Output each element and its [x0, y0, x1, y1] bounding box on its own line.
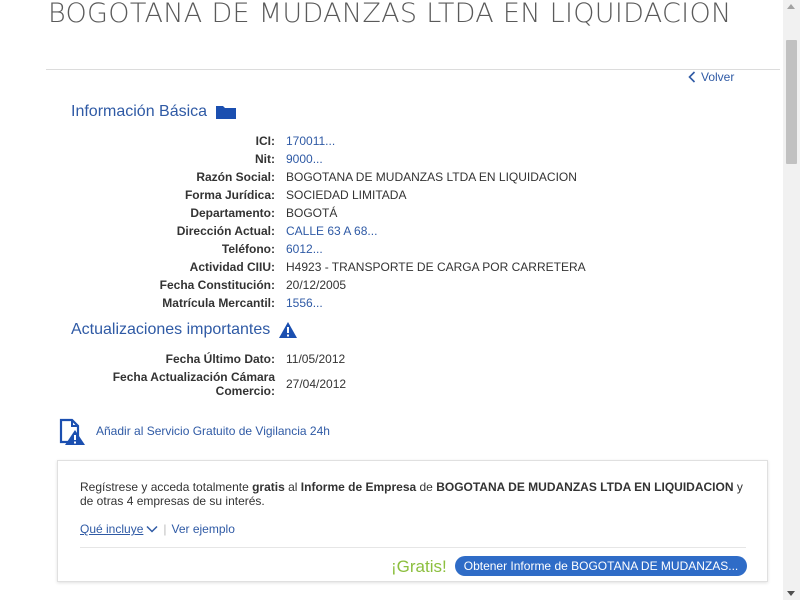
- link-separator: |: [163, 522, 167, 536]
- info-label: ICI:: [255, 134, 275, 148]
- info-label: Nit:: [255, 152, 275, 166]
- promo-text-part: de: [416, 480, 437, 494]
- nit-value-link[interactable]: 9000...: [286, 152, 323, 166]
- promo-links: Qué incluye | Ver ejemplo: [80, 522, 235, 536]
- info-label: Actividad CIIU:: [189, 260, 275, 274]
- basic-info-heading-label: Información Básica: [71, 103, 208, 120]
- scroll-thumb[interactable]: [786, 40, 797, 164]
- vigilancia-link-label: Añadir al Servicio Gratuito de Vigilanci…: [96, 424, 330, 438]
- vertical-scrollbar[interactable]: [783, 0, 800, 600]
- info-row-direccion: Dirección Actual: CALLE 63 A 68...: [60, 222, 586, 240]
- info-value: 20/12/2005: [286, 278, 347, 292]
- document-alert-icon: [59, 418, 85, 445]
- info-label: Fecha Constitución:: [159, 278, 275, 292]
- promo-divider: [80, 547, 746, 548]
- info-value: H4923 - TRANSPORTE DE CARGA POR CARRETER…: [286, 260, 586, 274]
- warning-icon: [279, 322, 298, 338]
- info-label: Razón Social:: [196, 170, 275, 184]
- info-value: 11/05/2012: [286, 352, 346, 366]
- info-label: Forma Jurídica:: [184, 188, 275, 202]
- info-label-line: Fecha Actualización Cámara: [112, 370, 275, 384]
- info-label-line: Comercio:: [215, 384, 275, 398]
- chevron-left-icon: [688, 71, 696, 83]
- info-row-matricula: Matrícula Mercantil: 1556...: [60, 294, 586, 312]
- info-label: Teléfono:: [221, 242, 275, 256]
- info-row-nit: Nit: 9000...: [60, 150, 586, 168]
- updates-heading-label: Actualizaciones importantes: [71, 321, 271, 338]
- info-label: Departamento:: [190, 206, 275, 220]
- page-title: BOGOTANA DE MUDANZAS LTDA EN LIQUIDACION: [48, 0, 732, 29]
- see-example-link[interactable]: Ver ejemplo: [172, 522, 235, 536]
- matricula-value-link[interactable]: 1556...: [286, 296, 323, 310]
- address-value-link[interactable]: CALLE 63 A 68...: [286, 224, 377, 238]
- info-row-razon-social: Razón Social: BOGOTANA DE MUDANZAS LTDA …: [60, 168, 586, 186]
- info-label: Matrícula Mercantil:: [162, 296, 275, 310]
- info-label: Fecha Último Dato:: [165, 352, 275, 366]
- info-value: SOCIEDAD LIMITADA: [286, 188, 407, 202]
- chevron-down-icon: [146, 525, 158, 533]
- info-row-forma-juridica: Forma Jurídica: SOCIEDAD LIMITADA: [60, 186, 586, 204]
- info-value: BOGOTÁ: [286, 206, 338, 220]
- get-report-button[interactable]: Obtener Informe de BOGOTANA DE MUDANZAS.…: [455, 556, 747, 576]
- what-includes-link[interactable]: Qué incluye: [80, 522, 158, 536]
- info-value: 27/04/2012: [286, 377, 347, 391]
- info-row-actividad: Actividad CIIU: H4923 - TRANSPORTE DE CA…: [60, 258, 586, 276]
- basic-info-heading: Información Básica: [71, 103, 237, 121]
- updates-heading: Actualizaciones importantes: [71, 321, 298, 339]
- update-row-ultimo-dato: Fecha Último Dato: 11/05/2012: [60, 350, 346, 368]
- promo-text: Regístrese y acceda totalmente gratis al…: [80, 480, 750, 508]
- info-value: BOGOTANA DE MUDANZAS LTDA EN LIQUIDACION: [286, 170, 577, 184]
- folder-icon: [216, 106, 237, 119]
- info-row-fecha-constitucion: Fecha Constitución: 20/12/2005: [60, 276, 586, 294]
- promo-text-part: Regístrese y acceda totalmente: [80, 480, 253, 494]
- promo-text-part: al: [284, 480, 301, 494]
- info-row-departamento: Departamento: BOGOTÁ: [60, 204, 586, 222]
- ici-value-link[interactable]: 170011...: [286, 134, 335, 148]
- promo-text-bold: Informe de Empresa: [300, 480, 417, 494]
- updates-table: Fecha Último Dato: 11/05/2012 Fecha Actu…: [60, 350, 346, 400]
- basic-info-table: ICI: 170011... Nit: 9000... Razón Social…: [60, 132, 586, 312]
- info-label: Fecha Actualización Cámara Comercio:: [60, 370, 286, 398]
- title-divider: [46, 69, 780, 70]
- info-row-telefono: Teléfono: 6012...: [60, 240, 586, 258]
- phone-value-link[interactable]: 6012...: [286, 242, 323, 256]
- gratis-label: ¡Gratis!: [391, 557, 447, 576]
- promo-text-bold: BOGOTANA DE MUDANZAS LTDA EN LIQUIDACION: [436, 480, 734, 494]
- scroll-up-arrow-icon[interactable]: [787, 4, 795, 9]
- back-link-label: Volver: [701, 70, 735, 84]
- scroll-down-arrow-icon[interactable]: [787, 591, 795, 596]
- back-link[interactable]: Volver: [688, 69, 734, 85]
- info-row-ici: ICI: 170011...: [60, 132, 586, 150]
- promo-box: Regístrese y acceda totalmente gratis al…: [57, 460, 768, 582]
- info-label: Dirección Actual:: [176, 224, 275, 238]
- what-includes-label: Qué incluye: [80, 522, 144, 536]
- vigilancia-link[interactable]: Añadir al Servicio Gratuito de Vigilanci…: [56, 416, 330, 446]
- update-row-camara: Fecha Actualización Cámara Comercio: 27/…: [60, 368, 346, 400]
- promo-text-bold: gratis: [252, 480, 285, 494]
